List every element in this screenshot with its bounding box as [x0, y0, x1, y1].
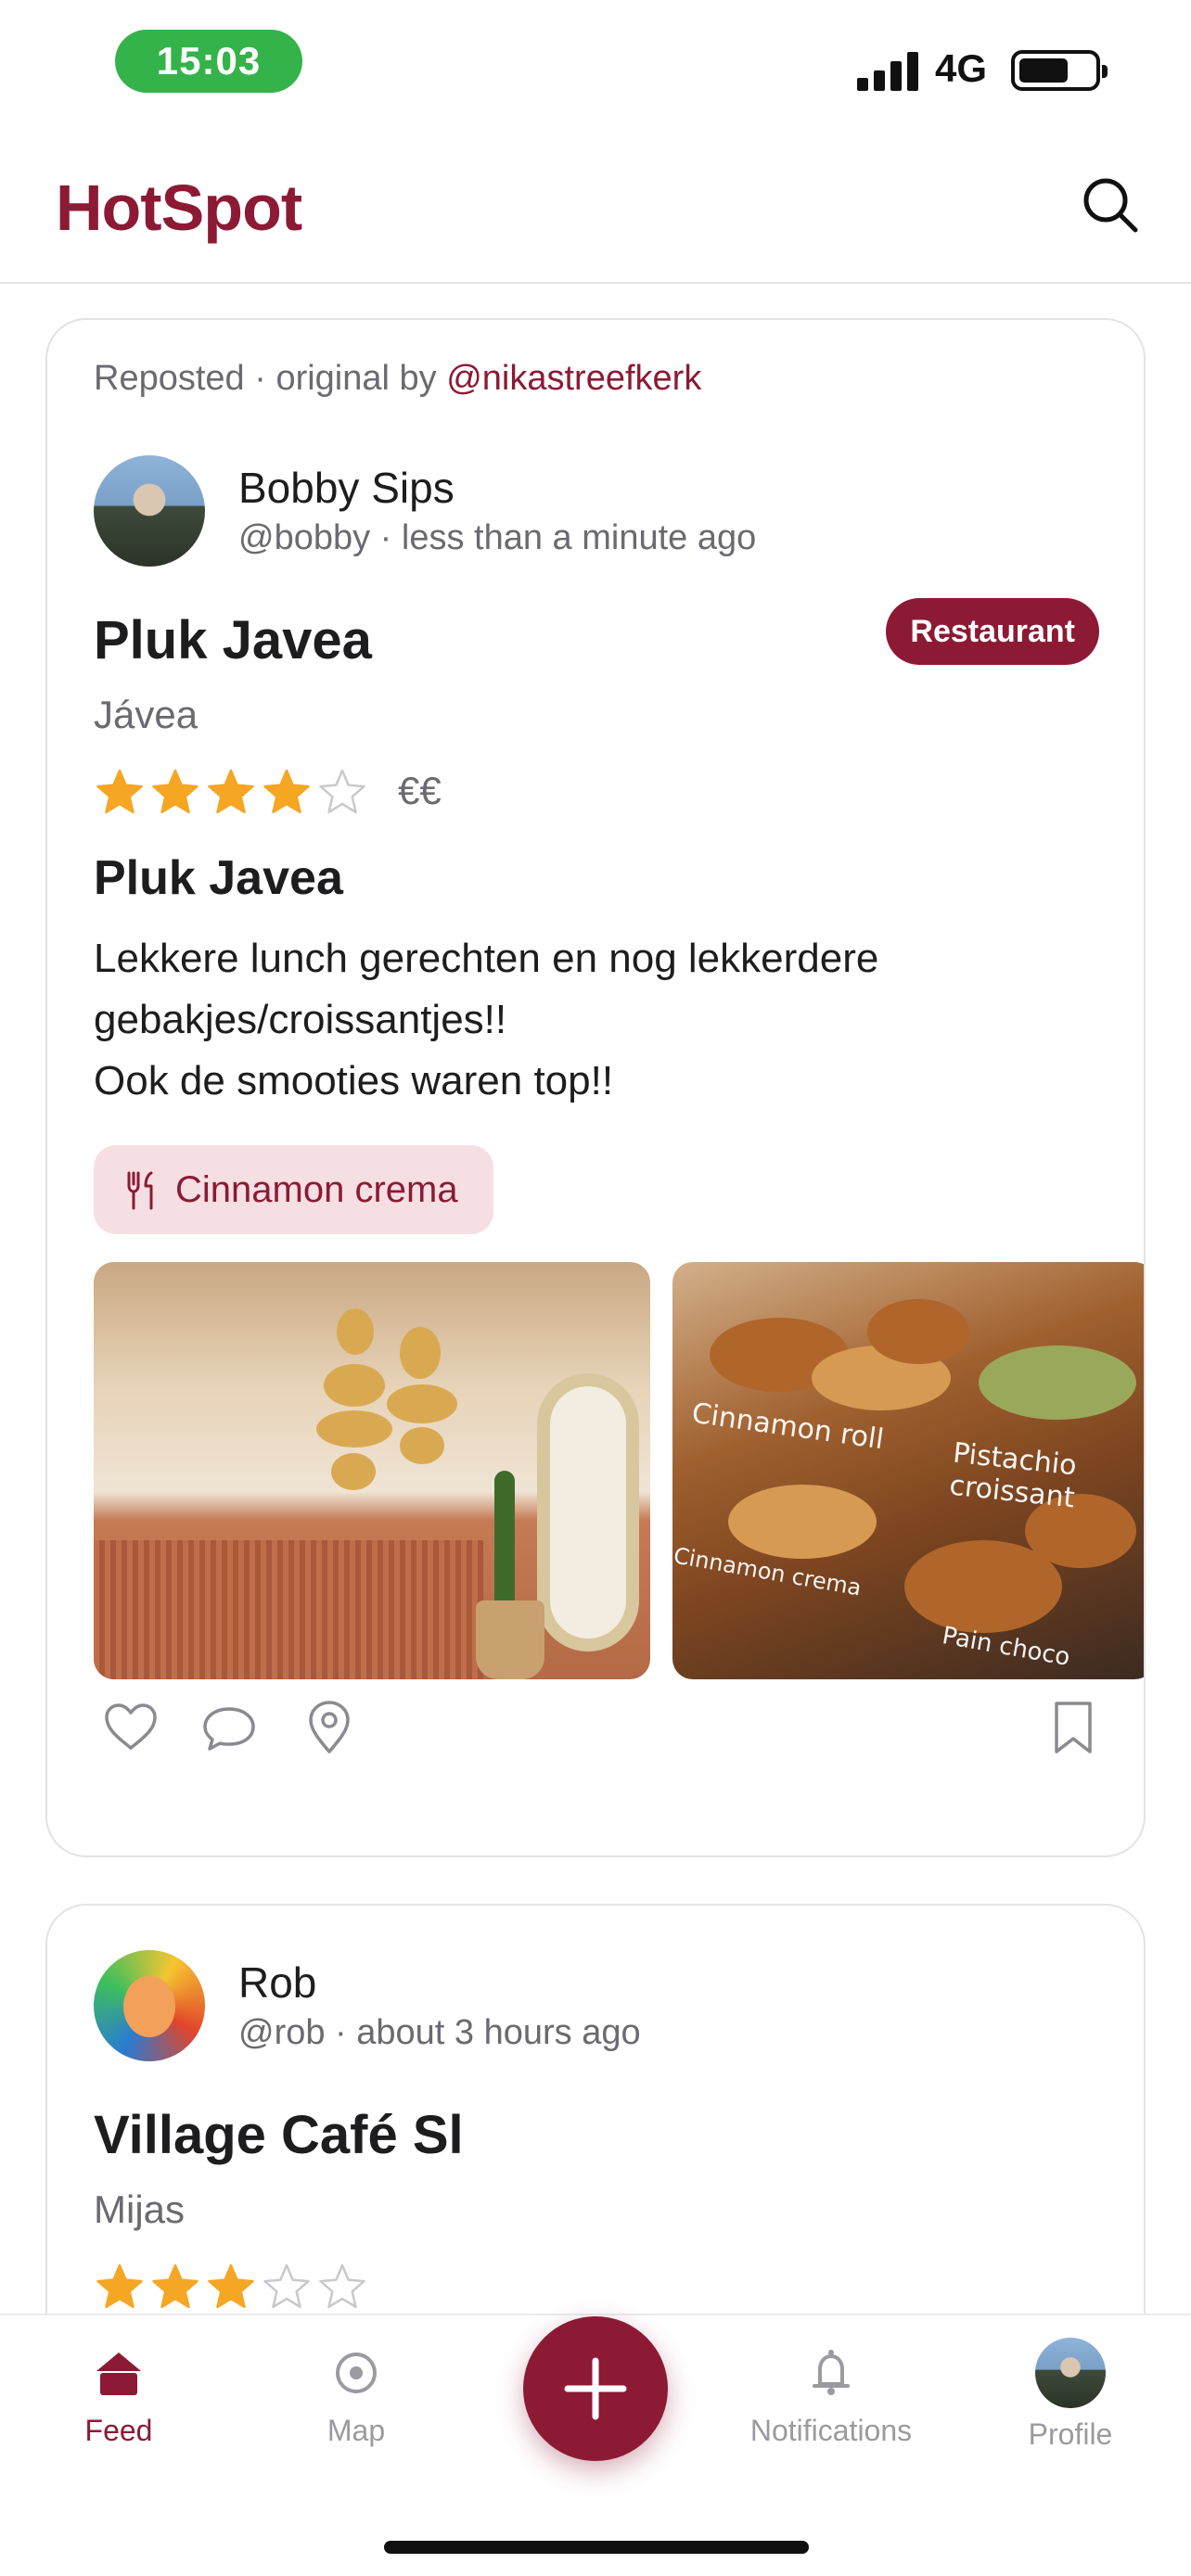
status-time: 15:03 [115, 30, 302, 93]
original-author-link[interactable]: @nikastreefkerk [446, 359, 701, 398]
battery-icon [1011, 50, 1108, 91]
home-indicator [384, 2541, 809, 2554]
place-city: Jávea [94, 693, 198, 736]
repost-prefix: Reposted · original by [94, 359, 447, 398]
post-photo[interactable] [94, 1262, 650, 1679]
star-filled-icon [96, 2264, 143, 2309]
rating-stars [94, 2262, 368, 2314]
tab-label: Feed [84, 2414, 153, 2447]
tab-map[interactable]: Map [254, 2343, 458, 2455]
post-body-line: Lekkere lunch gerechten en nog lekkerder… [94, 936, 879, 981]
plus-icon [564, 2357, 627, 2420]
star-filled-icon [263, 769, 310, 814]
author-name[interactable]: Bobby Sips [238, 463, 455, 513]
profile-avatar [1035, 2338, 1106, 2408]
cutlery-icon [127, 1171, 153, 1210]
star-filled-icon [96, 769, 143, 814]
place-name[interactable]: Village Café Sl [94, 2104, 464, 2166]
network-type: 4G [935, 46, 988, 90]
post-actions [101, 1698, 1103, 1772]
post-body: Lekkere lunch gerechten en nog lekkerder… [94, 928, 1095, 1112]
tab-label: Profile [1028, 2417, 1113, 2451]
avatar[interactable] [94, 1950, 205, 2061]
star-empty-icon [263, 2264, 310, 2309]
app-header: HotSpot [0, 130, 1191, 284]
dish-chip[interactable]: Cinnamon crema [94, 1145, 493, 1234]
map-target-icon [336, 2353, 377, 2393]
place-name[interactable]: Pluk Javea [94, 609, 372, 671]
signal-bars-icon [857, 50, 920, 91]
post-card[interactable]: Reposted · original by @nikastreefkerk B… [45, 318, 1146, 1857]
author-name[interactable]: Rob [238, 1958, 316, 2008]
star-filled-icon [208, 769, 254, 814]
tab-profile[interactable]: Profile [968, 2338, 1172, 2455]
heart-icon[interactable] [101, 1698, 160, 1757]
app-logo: HotSpot [56, 172, 302, 244]
star-filled-icon [152, 2264, 198, 2309]
status-bar: 15:03 4G [0, 0, 1191, 130]
post-photo[interactable]: Cinnamon roll Pistachio croissant Cinnam… [672, 1262, 1144, 1679]
photo-label: Pistachio croissant [947, 1436, 1079, 1515]
place-city: Mijas [94, 2187, 186, 2231]
bell-icon [813, 2350, 850, 2395]
author-meta: @bobby · less than a minute ago [238, 518, 757, 557]
post-body-line: gebakjes/croissantjes!! [94, 997, 507, 1042]
tab-label: Notifications [749, 2414, 913, 2447]
tab-feed[interactable]: Feed [17, 2343, 221, 2455]
tab-label: Map [327, 2414, 386, 2447]
author-meta: @rob · about 3 hours ago [238, 2013, 641, 2052]
star-filled-icon [208, 2264, 254, 2309]
location-pin-icon[interactable] [300, 1698, 359, 1757]
dish-label: Cinnamon crema [175, 1168, 458, 1210]
repost-line: Reposted · original by @nikastreefkerk [94, 359, 701, 399]
create-post-button[interactable] [523, 2316, 668, 2461]
tab-notifications[interactable]: Notifications [729, 2343, 933, 2455]
avatar[interactable] [94, 455, 205, 567]
post-title: Pluk Javea [94, 851, 343, 905]
comment-icon[interactable] [199, 1698, 259, 1757]
category-badge: Restaurant [886, 598, 1099, 665]
star-empty-icon [319, 769, 365, 814]
post-body-line: Ook de smooties waren top!! [94, 1058, 614, 1103]
rating-stars [94, 767, 368, 819]
star-filled-icon [152, 769, 198, 814]
price-level: €€ [398, 769, 442, 812]
star-empty-icon [319, 2264, 365, 2309]
home-icon [96, 2353, 141, 2395]
bookmark-icon[interactable] [1044, 1698, 1103, 1757]
search-icon[interactable] [1078, 172, 1143, 237]
